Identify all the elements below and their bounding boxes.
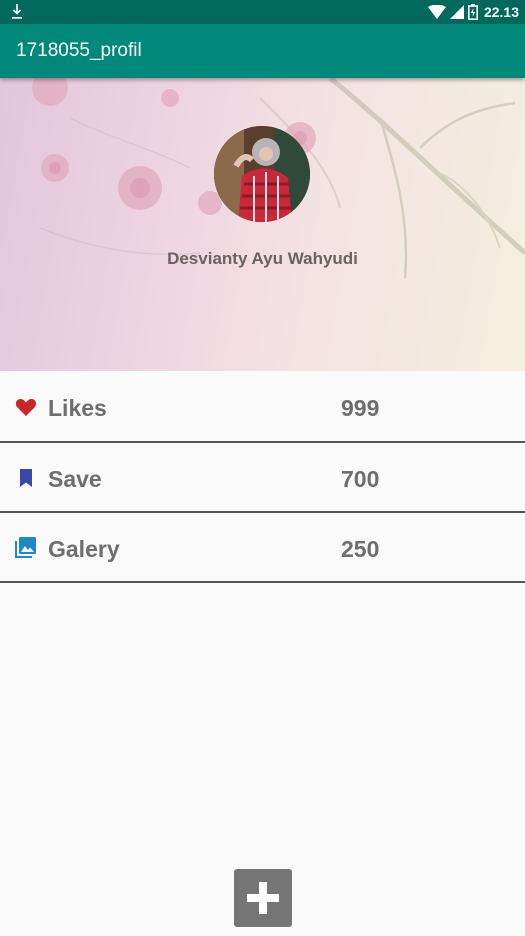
profile-header: Desvianty Ayu Wahyudi (0, 78, 525, 371)
stat-row-likes[interactable]: Likes 999 (0, 371, 525, 443)
stat-row-galery[interactable]: Galery 250 (0, 511, 525, 583)
add-button[interactable] (234, 869, 292, 927)
heart-icon (15, 399, 37, 416)
bookmark-icon (20, 469, 32, 487)
signal-icon (449, 5, 464, 19)
status-bar: 22.13 (0, 0, 525, 24)
profile-name: Desvianty Ayu Wahyudi (167, 249, 358, 268)
add-icon (247, 882, 279, 914)
battery-icon (467, 4, 478, 20)
likes-value: 999 (341, 395, 380, 421)
save-value: 700 (341, 466, 380, 492)
galery-value: 250 (341, 536, 380, 562)
app-title: 1718055_profil (16, 40, 142, 61)
gallery-icon (15, 537, 36, 558)
save-label: Save (48, 466, 102, 492)
stat-row-save[interactable]: Save 700 (0, 441, 525, 513)
galery-label: Galery (48, 536, 120, 562)
app-bar: 1718055_profil (0, 24, 525, 78)
floral-background-image (32, 78, 525, 279)
likes-label: Likes (48, 395, 107, 421)
download-notification-icon (12, 4, 22, 19)
status-icons: 22.13 (427, 3, 519, 21)
status-time: 22.13 (483, 4, 519, 20)
wifi-icon (427, 5, 446, 19)
profile-photo (214, 126, 310, 222)
profile-avatar[interactable] (214, 126, 310, 222)
